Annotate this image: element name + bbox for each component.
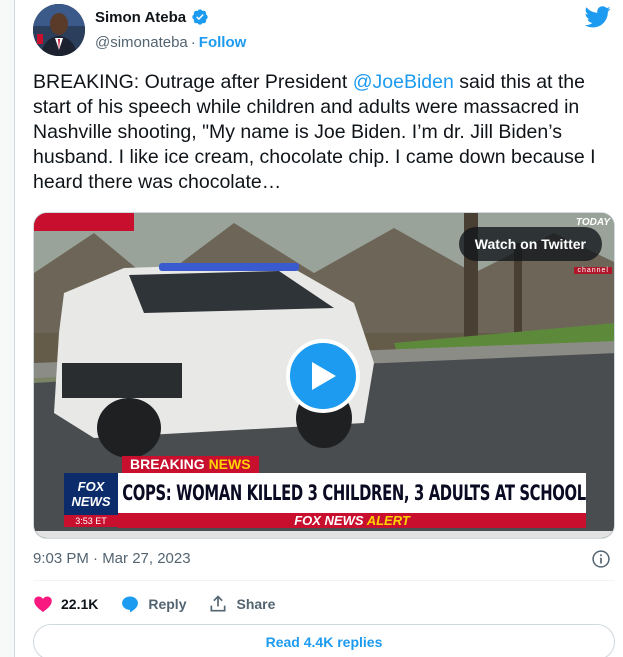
read-replies-button[interactable]: Read 4.4K replies xyxy=(33,624,615,657)
watch-on-twitter-button[interactable]: Watch on Twitter xyxy=(458,227,602,261)
video-player[interactable]: TODAY channel Watch on Twitter BREAKING … xyxy=(33,212,615,539)
reply-button[interactable]: Reply xyxy=(120,594,186,614)
fox-logo-line2: NEWS xyxy=(71,494,111,509)
play-icon xyxy=(312,362,336,390)
action-bar: 22.1K Reply Share xyxy=(33,592,297,616)
heart-icon xyxy=(34,596,52,612)
avatar-image xyxy=(33,4,85,56)
avatar[interactable] xyxy=(33,4,85,56)
separator-dot: · xyxy=(190,34,196,51)
share-icon xyxy=(210,595,226,612)
play-button[interactable] xyxy=(286,339,360,413)
channel-logo-bottom: channel xyxy=(574,267,612,274)
news-headline: COPS: WOMAN KILLED 3 CHILDREN, 3 ADULTS … xyxy=(118,473,586,513)
alert-brand: FOX NEWS xyxy=(294,513,364,528)
author-handle[interactable]: @simonateba xyxy=(95,34,188,51)
fox-logo-line1: FOX xyxy=(77,479,105,494)
like-button[interactable]: 22.1K xyxy=(33,594,98,614)
author-name[interactable]: Simon Ateba xyxy=(95,9,186,26)
share-label: Share xyxy=(236,596,276,612)
like-count: 22.1K xyxy=(61,596,99,612)
verified-icon xyxy=(192,9,208,25)
fox-news-logo: FOX NEWS 3:53 ET xyxy=(64,473,118,527)
reply-icon xyxy=(122,596,139,613)
news-alert-bar: FOX NEWS ALERT xyxy=(118,513,586,528)
twitter-bird-icon[interactable] xyxy=(585,6,611,28)
handle-row: @simonateba · Follow xyxy=(95,34,246,51)
divider xyxy=(33,580,615,581)
share-button[interactable]: Share xyxy=(208,594,275,614)
tweet-text: BREAKING: Outrage after President @JoeBi… xyxy=(33,70,615,195)
mention-link[interactable]: @JoeBiden xyxy=(353,71,454,93)
broadcast-clock: 3:53 ET xyxy=(64,515,118,527)
tweet-timestamp[interactable]: 9:03 PM · Mar 27, 2023 xyxy=(33,550,191,567)
tweet-text-start: BREAKING: Outrage after President xyxy=(33,71,353,93)
breaking-news-tag: BREAKING NEWS xyxy=(122,456,259,473)
alert-word: ALERT xyxy=(366,513,410,528)
reply-label: Reply xyxy=(148,596,187,612)
breaking-word: BREAKING xyxy=(130,456,205,472)
tweet-card: Simon Ateba @simonateba · Follow BREAKING:… xyxy=(14,0,623,657)
follow-button[interactable]: Follow xyxy=(199,34,247,51)
info-icon[interactable] xyxy=(591,549,611,569)
news-word: NEWS xyxy=(208,456,251,472)
